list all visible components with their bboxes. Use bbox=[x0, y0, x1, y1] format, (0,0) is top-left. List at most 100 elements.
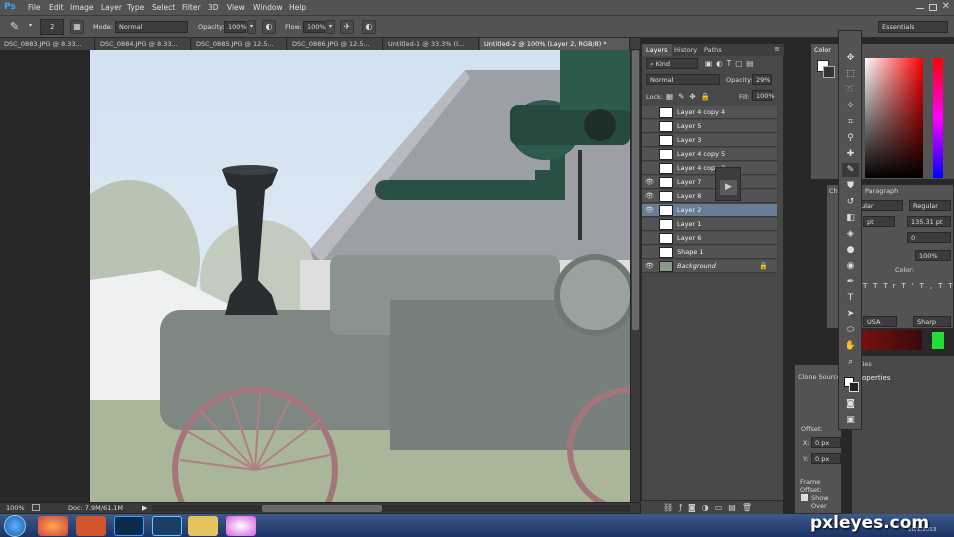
lock-icons[interactable]: ▦✎✥🔒 bbox=[666, 92, 715, 101]
menu-layer[interactable]: Layer bbox=[101, 3, 122, 12]
brush-panel-toggle-icon[interactable]: ▦ bbox=[70, 20, 84, 34]
document-canvas[interactable] bbox=[90, 50, 630, 502]
export-icon[interactable] bbox=[32, 504, 40, 511]
eye-icon[interactable]: 👁 bbox=[645, 262, 655, 271]
leading-input[interactable]: 135.31 pt bbox=[907, 216, 951, 227]
layer-row-selected[interactable]: 👁 Layer 2 bbox=[642, 204, 777, 217]
menu-type[interactable]: Type bbox=[127, 3, 144, 12]
layer-action-icons[interactable]: ⛓ƒ◙◑▭▤🗑 bbox=[663, 503, 758, 512]
glyph-buttons[interactable]: TTTrT'T,TT bbox=[863, 282, 953, 293]
layer-row[interactable]: Layer 4 copy 5 bbox=[642, 148, 777, 161]
tab-history[interactable]: History bbox=[670, 44, 701, 56]
history-brush-icon[interactable]: ↺ bbox=[842, 195, 859, 209]
layer-filter-select[interactable]: ⌕ Kind bbox=[646, 58, 698, 69]
superscript-icon[interactable]: T' bbox=[901, 282, 919, 290]
small-caps-icon[interactable]: Tr bbox=[883, 282, 901, 290]
photoshop-taskbar-icon[interactable] bbox=[114, 516, 144, 536]
stamp-tool-icon[interactable]: ⛊ bbox=[842, 179, 859, 193]
visibility-off-icon[interactable] bbox=[645, 150, 655, 159]
screen-mode-icon[interactable]: ▣ bbox=[842, 413, 859, 427]
visibility-off-icon[interactable] bbox=[645, 234, 655, 243]
brush-tool-icon[interactable]: ✎ bbox=[842, 163, 859, 177]
eraser-tool-icon[interactable]: ◧ bbox=[842, 211, 859, 225]
tab-dsc-0886[interactable]: DSC_0886.JPG @ 12.5... bbox=[288, 38, 383, 50]
tab-dsc-0885[interactable]: DSC_0885.JPG @ 12.5... bbox=[192, 38, 287, 50]
pressure-size-icon[interactable]: ◐ bbox=[362, 20, 376, 34]
tab-paths[interactable]: Paths bbox=[700, 44, 726, 56]
move-tool-icon[interactable]: ✥ bbox=[842, 51, 859, 65]
visibility-off-icon[interactable] bbox=[645, 122, 655, 131]
healing-tool-icon[interactable]: ✚ bbox=[842, 147, 859, 161]
font-style-select[interactable]: Regular bbox=[909, 200, 951, 211]
visibility-off-icon[interactable] bbox=[645, 220, 655, 229]
hand-tool-icon[interactable]: ✋ bbox=[842, 339, 859, 353]
zoom-level[interactable]: 100% bbox=[6, 504, 25, 512]
type-tool-icon[interactable]: T bbox=[842, 291, 859, 305]
layer-fill-input[interactable]: 100% bbox=[752, 90, 775, 101]
maximize-icon[interactable] bbox=[929, 4, 937, 11]
mode-select[interactable]: Normal bbox=[115, 21, 188, 33]
shape-tool-icon[interactable]: ⬭ bbox=[842, 323, 859, 337]
play-icon[interactable]: ▶ bbox=[720, 180, 737, 195]
office-icon[interactable] bbox=[76, 516, 106, 536]
airbrush-icon[interactable]: ✈ bbox=[340, 20, 354, 34]
layer-blend-select[interactable]: Normal bbox=[646, 74, 720, 85]
brush-tool-icon[interactable]: ✎ bbox=[10, 20, 19, 33]
menu-window[interactable]: Window bbox=[253, 3, 283, 12]
color-field[interactable] bbox=[865, 58, 923, 178]
menu-image[interactable]: Image bbox=[70, 3, 94, 12]
tracking-input[interactable]: 0 bbox=[907, 232, 951, 243]
flow-dropdown-icon[interactable]: ▾ bbox=[326, 20, 335, 34]
bridge-icon[interactable] bbox=[152, 516, 182, 536]
underline-icon[interactable]: T bbox=[938, 282, 948, 290]
eye-icon[interactable]: 👁 bbox=[645, 206, 655, 215]
pen-tool-icon[interactable]: ✒ bbox=[842, 275, 859, 289]
layer-opacity-input[interactable]: 29% bbox=[752, 74, 772, 85]
horizontal-scrollbar[interactable] bbox=[152, 505, 630, 512]
eyedropper-tool-icon[interactable]: ⚲ bbox=[842, 131, 859, 145]
antialias-select[interactable]: Sharp bbox=[913, 316, 951, 327]
tab-dsc-0883[interactable]: DSC_0883.JPG @ 8.33... bbox=[0, 38, 95, 50]
visibility-off-icon[interactable] bbox=[645, 164, 655, 173]
hscroll-thumb[interactable] bbox=[262, 505, 382, 512]
quick-mask-icon[interactable]: ◙ bbox=[842, 397, 859, 411]
path-select-icon[interactable]: ➤ bbox=[842, 307, 859, 321]
menu-3d[interactable]: 3D bbox=[208, 3, 219, 12]
offset-x-input[interactable]: 0 px bbox=[811, 437, 841, 448]
status-menu-icon[interactable]: ▶ bbox=[142, 504, 147, 512]
marquee-tool-icon[interactable]: ⬚ bbox=[842, 67, 859, 81]
tab-untitled-1[interactable]: Untitled-1 @ 33.3% (I... bbox=[384, 38, 479, 50]
zoom-tool-icon[interactable]: ⌕ bbox=[842, 355, 859, 369]
chevron-down-icon[interactable]: ▾ bbox=[29, 22, 32, 29]
layer-row[interactable]: Layer 3 bbox=[642, 134, 777, 147]
explorer-icon[interactable] bbox=[188, 516, 218, 536]
pressure-opacity-icon[interactable]: ◐ bbox=[262, 20, 276, 34]
flow-input[interactable]: 100% bbox=[303, 21, 326, 33]
layer-row[interactable]: Layer 5 bbox=[642, 120, 777, 133]
close-icon[interactable]: ✕ bbox=[942, 1, 950, 12]
tab-dsc-0884[interactable]: DSC_0884.JPG @ 8.33... bbox=[96, 38, 191, 50]
background-color-icon[interactable] bbox=[849, 382, 859, 392]
language-select[interactable]: USA bbox=[863, 316, 897, 327]
subscript-icon[interactable]: T, bbox=[920, 282, 939, 290]
menu-edit[interactable]: Edit bbox=[49, 3, 64, 12]
hue-slider[interactable] bbox=[933, 58, 943, 178]
all-caps-icon[interactable]: TT bbox=[863, 282, 883, 290]
layer-row[interactable]: Layer 4 copy 4 bbox=[642, 106, 777, 119]
green-swatch[interactable] bbox=[932, 332, 944, 349]
firefox-icon[interactable] bbox=[38, 516, 68, 536]
strikethrough-icon[interactable]: T bbox=[948, 282, 954, 290]
visibility-off-icon[interactable] bbox=[645, 136, 655, 145]
panel-menu-icon[interactable]: ≡ bbox=[774, 45, 780, 53]
font-size-input[interactable]: pt bbox=[863, 216, 895, 227]
brush-size-picker[interactable]: 2 bbox=[40, 19, 64, 35]
menu-file[interactable]: File bbox=[28, 3, 41, 12]
menu-help[interactable]: Help bbox=[289, 3, 306, 12]
eye-icon[interactable]: 👁 bbox=[645, 178, 655, 187]
layer-row[interactable]: 👁 Layer 8 bbox=[642, 190, 777, 203]
visibility-off-icon[interactable] bbox=[645, 248, 655, 257]
show-overlay-checkbox[interactable] bbox=[801, 494, 808, 501]
scroll-thumb[interactable] bbox=[632, 50, 639, 330]
paint-bucket-icon[interactable]: ◈ bbox=[842, 227, 859, 241]
tab-untitled-2[interactable]: Untitled-2 @ 100% (Layer 2, RGB/8) * bbox=[480, 38, 630, 50]
